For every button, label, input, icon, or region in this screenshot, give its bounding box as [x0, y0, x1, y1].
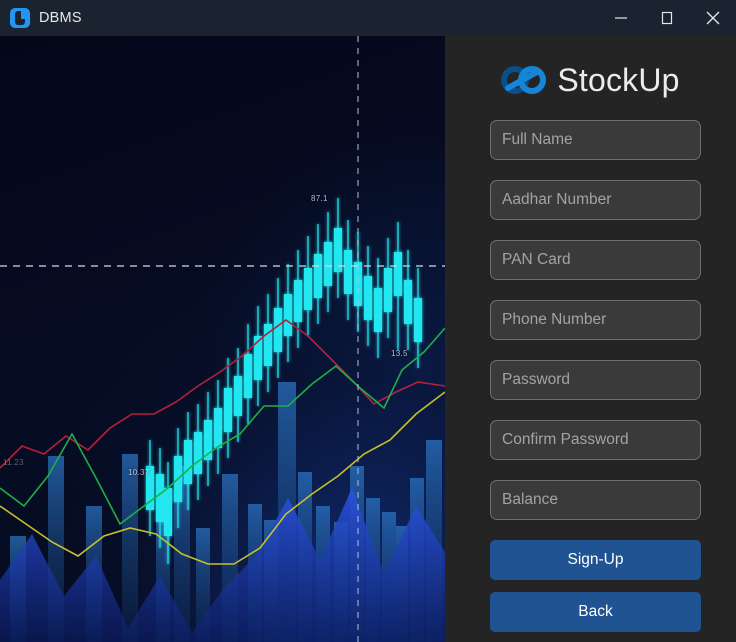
chart-graphics — [0, 36, 445, 642]
chart-annotation: 11.23 — [3, 458, 24, 467]
maximize-icon[interactable] — [644, 0, 690, 36]
signup-form-panel: StockUp Sign-Up Back — [445, 36, 736, 642]
brand-name: StockUp — [557, 62, 680, 98]
minimize-icon[interactable] — [598, 0, 644, 36]
balance-input[interactable] — [490, 480, 701, 520]
app-window: DBMS 87.1 13.5 10.37 11.23 StockUp Full … — [0, 0, 736, 642]
window-controls — [598, 0, 736, 36]
title-bar: DBMS — [0, 0, 736, 36]
full-name-input[interactable] — [490, 120, 701, 160]
pan-card-input[interactable] — [490, 240, 701, 280]
chart-annotation: 13.5 — [391, 349, 408, 358]
back-button[interactable]: Back — [490, 592, 701, 632]
chart-annotation: 10.37 — [128, 468, 150, 477]
phone-number-input[interactable] — [490, 300, 701, 340]
brand-header: StockUp — [445, 62, 736, 98]
title-bar-left: DBMS — [0, 8, 82, 28]
sign-up-button[interactable]: Sign-Up — [490, 540, 701, 580]
stockup-infinity-logo — [501, 66, 547, 94]
close-icon[interactable] — [690, 0, 736, 36]
aadhar-number-input[interactable] — [490, 180, 701, 220]
dbms-app-icon — [10, 8, 30, 28]
stock-chart-background: 87.1 13.5 10.37 11.23 — [0, 36, 445, 642]
confirm-password-input[interactable] — [490, 420, 701, 460]
window-title: DBMS — [39, 10, 82, 26]
chart-annotation: 87.1 — [311, 194, 328, 203]
password-input[interactable] — [490, 360, 701, 400]
form-fields: Sign-Up Back — [445, 120, 736, 632]
